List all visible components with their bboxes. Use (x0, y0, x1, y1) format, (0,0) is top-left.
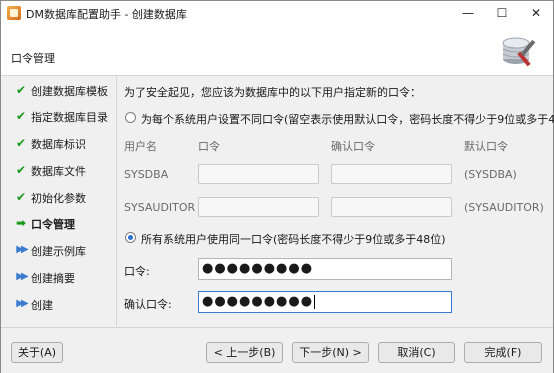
step-item[interactable]: ✔ 创建数据库模板 (1, 80, 116, 100)
step-label: 数据库标识 (31, 138, 86, 151)
step-label: 创建摘要 (31, 272, 75, 285)
check-icon: ✔ (15, 136, 27, 150)
button-bar: 关于(A) < 上一步(B) 下一步(N) > 取消(C) 完成(F) (1, 327, 553, 373)
dialog-window: DM数据库配置助手 - 创建数据库 — ☐ ✕ 口令管理 ✔ 创建数据库模板 ✔… (0, 0, 554, 373)
step-item-current[interactable]: ➡ 口令管理 (1, 213, 116, 233)
double-arrow-icon: ▶▶ (16, 298, 28, 309)
cancel-button[interactable]: 取消(C) (378, 342, 455, 363)
finish-button[interactable]: 完成(F) (464, 342, 542, 363)
check-icon: ✔ (15, 83, 27, 97)
column-header-confirm: 确认口令 (331, 140, 375, 153)
step-label: 初始化参数 (31, 192, 86, 205)
confirm-password-value: ●●●●●●●●● (202, 294, 314, 309)
close-button[interactable]: ✕ (519, 1, 553, 25)
step-item[interactable]: ▶▶ 创建 (1, 294, 116, 314)
minimize-button[interactable]: — (451, 1, 485, 25)
step-item[interactable]: ✔ 初始化参数 (1, 187, 116, 207)
password-panel: 为了安全起见，您应该为数据库中的以下用户指定新的口令： 为每个系统用户设置不同口… (117, 76, 554, 326)
password-label: 口令: (124, 265, 150, 278)
step-item[interactable]: ▶▶ 创建摘要 (1, 267, 116, 287)
back-button[interactable]: < 上一步(B) (206, 342, 283, 363)
same-password-label[interactable]: 所有系统用户使用同一口令(密码长度不得少于9位或多于48位) (141, 231, 446, 247)
step-label: 创建 (31, 299, 53, 312)
sysauditor-confirm-input[interactable] (331, 197, 452, 217)
arrow-right-icon: ➡ (15, 216, 27, 230)
page-header: 口令管理 (1, 25, 553, 76)
about-button[interactable]: 关于(A) (11, 342, 63, 363)
password-value: ●●●●●●●●● (202, 261, 314, 276)
separate-password-label[interactable]: 为每个系统用户设置不同口令(留空表示使用默认口令，密码长度不得少于9位或多于48… (141, 111, 554, 127)
default-password: (SYSDBA) (464, 168, 517, 181)
check-icon: ✔ (15, 163, 27, 177)
sysauditor-password-input[interactable] (198, 197, 319, 217)
user-name: SYSDBA (124, 168, 169, 181)
step-label: 指定数据库目录 (31, 111, 108, 124)
confirm-password-input[interactable]: ●●●●●●●●● (198, 291, 452, 313)
column-header-user: 用户名 (124, 140, 157, 153)
check-icon: ✔ (15, 109, 27, 123)
column-header-password: 口令 (198, 140, 220, 153)
check-icon: ✔ (15, 190, 27, 204)
step-item[interactable]: ✔ 数据库文件 (1, 160, 116, 180)
maximize-button[interactable]: ☐ (485, 1, 519, 25)
confirm-password-label: 确认口令: (124, 298, 172, 311)
column-header-default: 默认口令 (464, 140, 508, 153)
step-item[interactable]: ✔ 数据库标识 (1, 133, 116, 153)
text-caret (314, 294, 316, 309)
intro-text: 为了安全起见，您应该为数据库中的以下用户指定新的口令： (124, 86, 421, 99)
sysdba-confirm-input[interactable] (331, 164, 452, 184)
next-button[interactable]: 下一步(N) > (292, 342, 369, 363)
step-label: 创建数据库模板 (31, 85, 108, 98)
title-bar: DM数据库配置助手 - 创建数据库 — ☐ ✕ (1, 1, 553, 25)
password-input[interactable]: ●●●●●●●●● (198, 258, 452, 280)
same-password-radio[interactable] (125, 232, 136, 243)
step-item[interactable]: ✔ 指定数据库目录 (1, 106, 116, 126)
wizard-steps-sidebar: ✔ 创建数据库模板 ✔ 指定数据库目录 ✔ 数据库标识 ✔ 数据库文件 ✔ 初始… (1, 76, 117, 326)
database-tools-icon (502, 37, 536, 67)
step-label: 创建示例库 (31, 245, 86, 258)
separate-password-radio[interactable] (125, 112, 136, 123)
window-title: DM数据库配置助手 - 创建数据库 (26, 8, 187, 21)
user-name: SYSAUDITOR (124, 201, 196, 214)
double-arrow-icon: ▶▶ (16, 271, 28, 282)
default-password: (SYSAUDITOR) (464, 201, 544, 214)
sysdba-password-input[interactable] (198, 164, 319, 184)
step-label: 数据库文件 (31, 165, 86, 178)
double-arrow-icon: ▶▶ (16, 244, 28, 255)
step-label: 口令管理 (31, 218, 75, 231)
step-item[interactable]: ▶▶ 创建示例库 (1, 240, 116, 260)
app-icon (7, 6, 21, 20)
page-title: 口令管理 (11, 52, 55, 65)
